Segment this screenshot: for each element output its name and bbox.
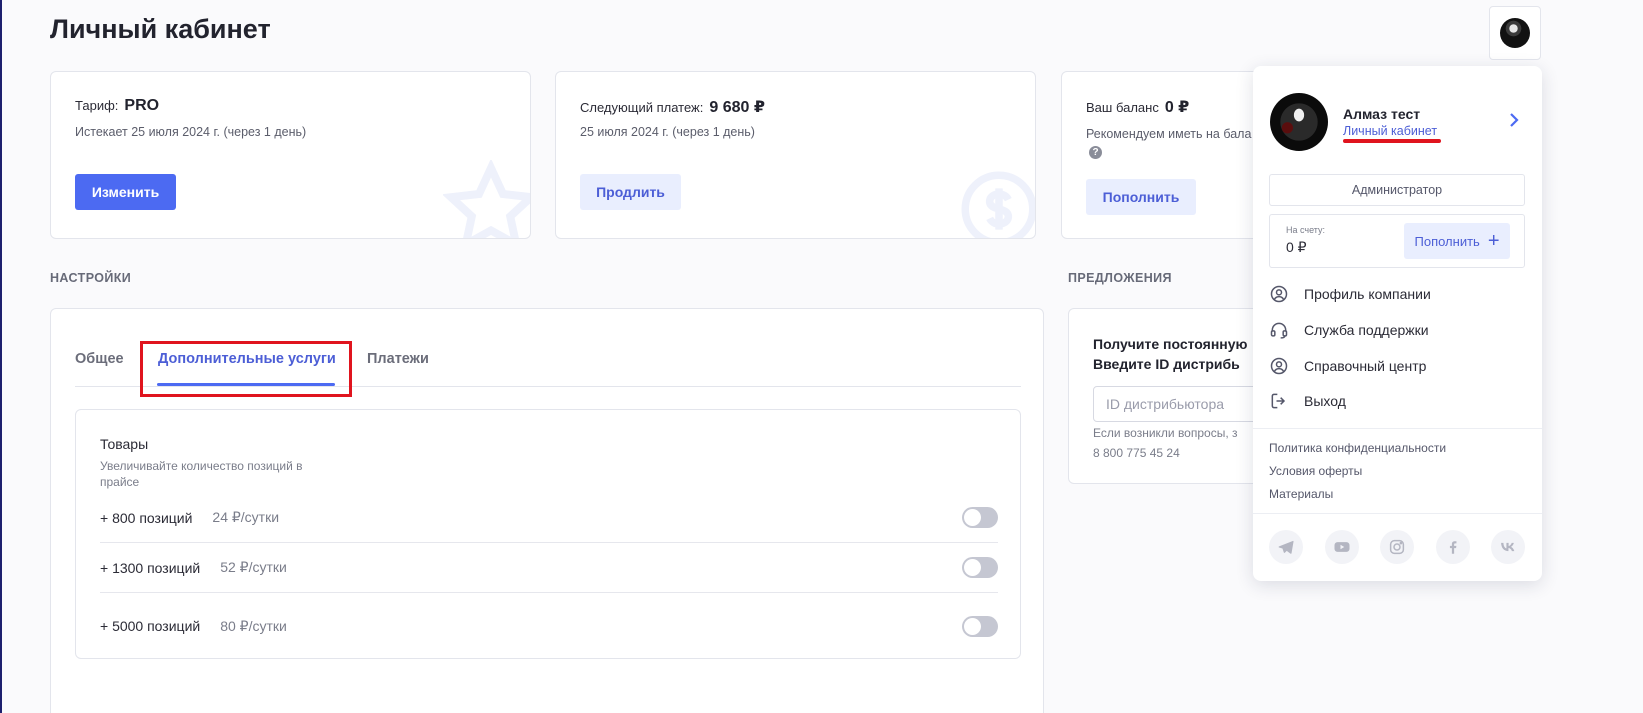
offers-phone: 8 800 775 45 24 <box>1093 446 1180 460</box>
balance-label: Ваш баланс <box>1086 100 1159 115</box>
avatar <box>1270 93 1328 151</box>
account-balance-label: На счету: <box>1286 225 1326 235</box>
avatar <box>1500 18 1530 48</box>
option-row: + 5000 позиций 80 ₽/сутки <box>100 601 998 651</box>
goods-title: Товары <box>100 436 149 452</box>
goods-section: Товары Увеличивайте количество позиций в… <box>75 409 1021 659</box>
materials-link[interactable]: Материалы <box>1269 487 1333 501</box>
menu-item-label: Справочный центр <box>1304 358 1427 374</box>
telegram-icon[interactable] <box>1269 530 1303 564</box>
menu-item-label: Профиль компании <box>1304 286 1431 302</box>
option-price: 24 ₽/сутки <box>212 509 280 525</box>
option-toggle[interactable] <box>962 557 998 578</box>
option-name: + 5000 позиций <box>100 618 201 634</box>
tab-highlight-box <box>140 341 352 397</box>
link-highlight-mark <box>1343 139 1441 143</box>
currency-refresh-icon <box>961 171 1035 238</box>
menu-item-label: Выход <box>1304 393 1346 409</box>
profile-dropdown: Алмаз тест Личный кабинет Администратор … <box>1253 66 1542 581</box>
payment-value: 9 680 ₽ <box>709 99 765 116</box>
topup-balance-button[interactable]: Пополнить <box>1086 179 1196 215</box>
page-title: Личный кабинет <box>50 14 271 44</box>
option-row: + 800 позиций 24 ₽/сутки <box>100 493 998 543</box>
dropdown-topup-button[interactable]: Пополнить + <box>1404 223 1510 259</box>
option-price: 80 ₽/сутки <box>220 617 287 634</box>
plus-icon: + <box>1487 230 1500 252</box>
account-balance-value: 0 ₽ <box>1286 239 1307 255</box>
account-balance-box: На счету: 0 ₽ Пополнить + <box>1269 214 1525 268</box>
menu-item-logout[interactable]: Выход <box>1269 389 1346 413</box>
menu-item-support[interactable]: Служба поддержки <box>1269 318 1429 342</box>
menu-item-help-center[interactable]: Справочный центр <box>1269 354 1426 378</box>
tab-general[interactable]: Общее <box>75 351 124 367</box>
user-avatar-button[interactable] <box>1489 6 1541 60</box>
goods-description: Увеличивайте количество позиций в прайсе <box>100 459 303 489</box>
youtube-icon[interactable] <box>1324 530 1359 564</box>
change-tariff-button[interactable]: Изменить <box>75 174 176 210</box>
profile-link[interactable]: Личный кабинет <box>1343 124 1437 138</box>
option-toggle[interactable] <box>962 507 998 528</box>
social-links <box>1269 530 1525 564</box>
payment-card: Следующий платеж: 9 680 ₽ 25 июля 2024 г… <box>555 71 1036 239</box>
user-circle-icon <box>1270 285 1288 303</box>
offer-terms-link[interactable]: Условия оферты <box>1269 464 1362 478</box>
extend-button[interactable]: Продлить <box>580 174 681 210</box>
option-toggle[interactable] <box>962 615 998 637</box>
divider <box>1253 428 1542 429</box>
offers-note: Если возникли вопросы, з <box>1093 426 1238 440</box>
chevron-right-icon[interactable] <box>1507 112 1521 128</box>
star-icon <box>443 160 530 238</box>
payment-date: 25 июля 2024 г. (через 1 день) <box>580 125 755 139</box>
option-name: + 1300 позиций <box>100 559 201 576</box>
privacy-policy-link[interactable]: Политика конфиденциальности <box>1269 441 1446 455</box>
divider <box>1253 513 1542 514</box>
facebook-icon[interactable] <box>1435 530 1470 564</box>
tariff-label: Тариф: <box>75 98 119 113</box>
tariff-expires: Истекает 25 июля 2024 г. (через 1 день) <box>75 125 307 139</box>
user-name: Алмаз тест <box>1343 106 1421 122</box>
option-row: + 1300 позиций 52 ₽/сутки <box>100 543 998 593</box>
offers-heading: ПРЕДЛОЖЕНИЯ <box>1068 271 1172 285</box>
logout-icon <box>1271 393 1286 409</box>
payment-label: Следующий платеж: <box>580 100 704 115</box>
menu-item-label: Служба поддержки <box>1304 322 1429 338</box>
menu-item-company-profile[interactable]: Профиль компании <box>1269 282 1431 306</box>
option-price: 52 ₽/сутки <box>220 559 287 575</box>
settings-heading: НАСТРОЙКИ <box>50 271 132 285</box>
dropdown-topup-label: Пополнить <box>1414 233 1480 249</box>
role-badge: Администратор <box>1269 174 1525 206</box>
tariff-card: Тариф: PRO Истекает 25 июля 2024 г. (чер… <box>50 71 531 239</box>
instagram-icon[interactable] <box>1380 530 1414 564</box>
user-circle-icon <box>1270 357 1288 375</box>
tab-payments[interactable]: Платежи <box>367 351 429 367</box>
balance-value: 0 ₽ <box>1164 99 1190 116</box>
balance-recommend: Рекомендуем иметь на бала <box>1086 127 1252 141</box>
vk-icon[interactable] <box>1491 530 1525 564</box>
help-icon[interactable]: ? <box>1089 146 1102 159</box>
option-name: + 800 позиций <box>100 509 193 526</box>
tariff-value: PRO <box>124 97 160 114</box>
settings-panel: Общее Дополнительные услуги Платежи Това… <box>50 308 1044 713</box>
headset-icon <box>1270 322 1288 339</box>
